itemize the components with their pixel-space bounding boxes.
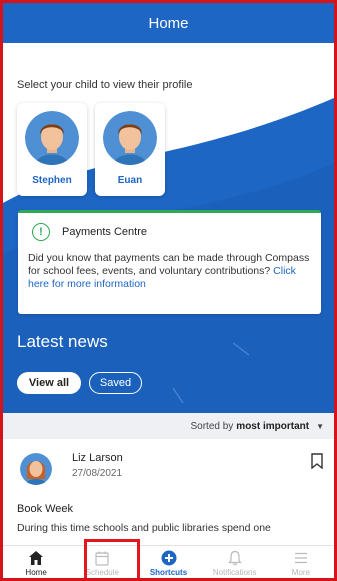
sort-selector[interactable]: Sorted by most important ▼ <box>3 413 334 439</box>
tab-shortcuts[interactable]: Shortcuts <box>135 546 201 578</box>
caret-down-icon: ▼ <box>316 421 324 431</box>
post-author: Liz Larson <box>72 452 123 464</box>
child-name: Euan <box>117 175 143 186</box>
news-post[interactable]: Liz Larson 27/08/2021 Book Week During t… <box>3 439 334 545</box>
author-avatar-icon <box>20 453 52 485</box>
app-header: Home <box>3 3 334 43</box>
child-name: Stephen <box>32 175 72 186</box>
tab-notifications[interactable]: Notifications <box>202 546 268 578</box>
plus-circle-icon <box>161 550 176 566</box>
tab-home[interactable]: Home <box>3 546 69 578</box>
child-avatar-icon <box>103 111 157 165</box>
post-preview: During this time schools and public libr… <box>17 522 271 534</box>
view-all-filter-button[interactable]: View all <box>17 372 81 394</box>
post-date: 27/08/2021 <box>72 468 123 479</box>
tab-label: Shortcuts <box>149 568 188 577</box>
screen: Home Select your child to view their pro… <box>0 0 337 581</box>
tab-label: Home <box>25 568 47 577</box>
child-card-euan[interactable]: Euan <box>95 103 165 196</box>
bell-icon <box>228 550 242 566</box>
latest-news-heading: Latest news <box>17 332 108 351</box>
profile-prompt: Select your child to view their profile <box>17 79 193 91</box>
home-icon <box>29 551 44 565</box>
post-title: Book Week <box>17 503 74 515</box>
saved-filter-button[interactable]: Saved <box>89 372 142 394</box>
tab-more[interactable]: More <box>268 546 334 578</box>
sort-prefix: Sorted by <box>190 420 234 432</box>
tab-label: More <box>291 568 311 577</box>
sort-value: most important <box>236 420 310 432</box>
home-content: Select your child to view their profile … <box>3 43 334 413</box>
payments-title: Payments Centre <box>62 226 147 238</box>
payments-description: Did you know that payments can be made t… <box>28 252 311 291</box>
bottom-tab-bar: Home Schedule Shortcuts Notifications Mo… <box>3 545 334 578</box>
child-avatar-icon <box>25 111 79 165</box>
tab-label: Notifications <box>212 568 257 577</box>
page-title: Home <box>148 14 189 32</box>
payments-body-text: Did you know that payments can be made t… <box>28 252 310 277</box>
schedule-highlight-box <box>84 539 140 578</box>
bookmark-icon[interactable] <box>310 453 324 469</box>
payments-card[interactable]: ! Payments Centre Did you know that paym… <box>18 210 321 314</box>
info-exclamation-icon: ! <box>32 223 50 241</box>
menu-icon <box>294 552 307 564</box>
child-card-stephen[interactable]: Stephen <box>17 103 87 196</box>
